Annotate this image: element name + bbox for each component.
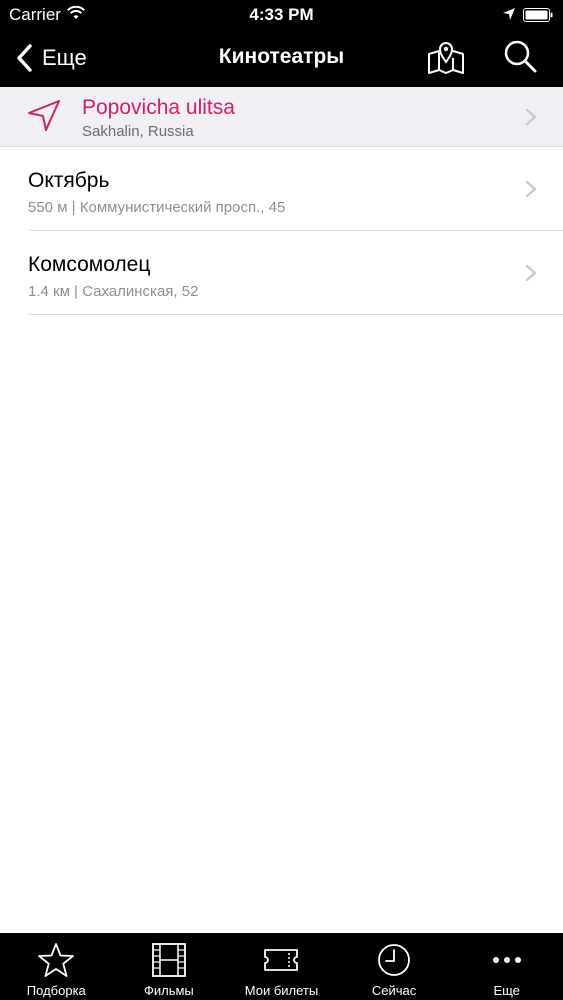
tab-label: Мои билеты [244, 983, 319, 998]
more-icon [492, 957, 521, 963]
cinema-distance-address: 1.4 км | Сахалинская, 52 [28, 283, 199, 300]
status-bar: Carrier 4:33 PM [0, 0, 563, 30]
tab-label: Еще [493, 983, 520, 998]
map-icon[interactable] [426, 38, 466, 76]
chevron-right-icon [525, 180, 537, 198]
tab-my-tickets[interactable]: Мои билеты [225, 933, 338, 1000]
navigation-bar: Еще Кинотеатры [0, 30, 563, 87]
current-location-name: Popovicha ulitsa [82, 96, 235, 119]
current-location-region: Sakhalin, Russia [82, 123, 194, 140]
location-arrow-icon [28, 100, 60, 131]
current-location-row[interactable]: Popovicha ulitsa Sakhalin, Russia [0, 87, 563, 147]
ticket-icon [264, 949, 299, 971]
row-divider [28, 314, 563, 315]
clock-icon [378, 944, 410, 976]
tab-bar: Подборка Фильмы Мои билеты Сейчас Еще [0, 933, 563, 1000]
cinema-name: Октябрь [28, 169, 110, 192]
star-icon [38, 943, 75, 977]
tab-label: Подборка [26, 983, 86, 998]
cinema-row[interactable]: Октябрь 550 м | Коммунистический просп.,… [0, 147, 563, 231]
battery-icon [523, 8, 553, 22]
page-title: Кинотеатры [218, 45, 345, 68]
chevron-right-icon [525, 264, 537, 282]
location-arrow-icon [503, 8, 515, 20]
cinema-list: Popovicha ulitsa Sakhalin, Russia Октябр… [0, 87, 563, 315]
cinema-distance-address: 550 м | Коммунистический просп., 45 [28, 199, 286, 216]
chevron-right-icon [525, 108, 537, 126]
film-icon [151, 943, 186, 977]
tab-label: Фильмы [143, 983, 194, 998]
clock-time: 4:33 PM [249, 5, 314, 24]
cinema-name: Комсомолец [28, 253, 151, 276]
tab-movies[interactable]: Фильмы [113, 933, 226, 1000]
tab-label: Сейчас [371, 983, 417, 998]
tab-featured[interactable]: Подборка [0, 933, 113, 1000]
tab-more[interactable]: Еще [450, 933, 563, 1000]
search-icon[interactable] [500, 38, 540, 76]
cinema-row[interactable]: Комсомолец 1.4 км | Сахалинская, 52 [0, 231, 563, 315]
tab-now[interactable]: Сейчас [338, 933, 451, 1000]
